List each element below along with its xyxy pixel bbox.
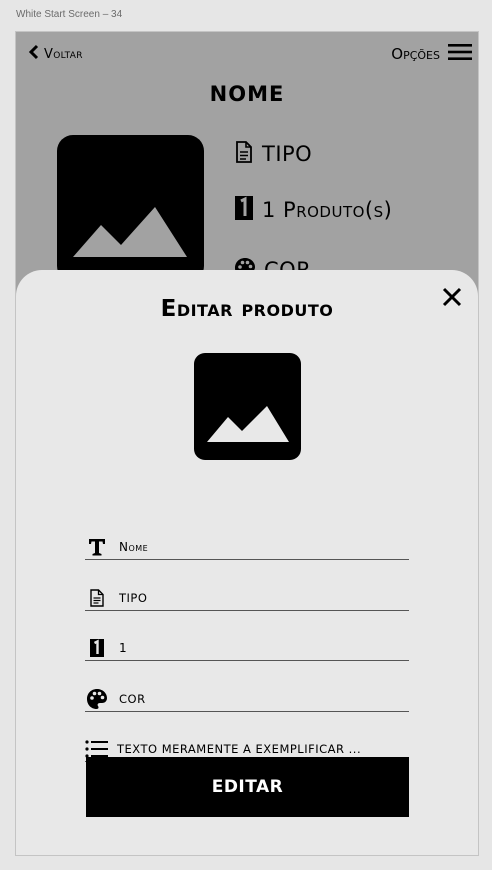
image-placeholder-icon xyxy=(57,135,204,282)
quantity-input[interactable] xyxy=(119,641,394,655)
number-one-icon xyxy=(85,637,109,659)
back-label: Voltar xyxy=(44,46,83,62)
palette-icon xyxy=(85,688,109,710)
back-button[interactable]: Voltar xyxy=(28,44,83,64)
options-menu-button[interactable]: Opções xyxy=(391,42,472,66)
type-field[interactable] xyxy=(85,586,409,611)
edit-product-sheet: Editar produto Nome tipo 1 cor texto mer… xyxy=(16,270,478,855)
top-bar: Voltar Opções xyxy=(16,32,478,76)
text-format-icon xyxy=(85,536,109,558)
close-icon[interactable] xyxy=(441,286,463,308)
color-field[interactable] xyxy=(85,687,409,712)
number-one-icon xyxy=(234,195,254,225)
product-type-row: TIPO xyxy=(234,140,312,168)
modal-title: Editar produto xyxy=(160,296,334,322)
document-icon xyxy=(85,587,109,609)
quantity-field[interactable] xyxy=(85,636,409,661)
artboard-label: White Start Screen – 34 xyxy=(16,9,123,20)
phone-frame: Voltar Opções NOME TIPO 1 Produto(s) Edi… xyxy=(15,31,479,856)
description-input[interactable] xyxy=(117,742,392,756)
document-icon xyxy=(234,140,254,168)
options-label: Opções xyxy=(391,45,440,63)
name-field[interactable] xyxy=(85,535,409,560)
name-input[interactable] xyxy=(119,540,394,554)
product-count-row: 1 Produto(s) xyxy=(234,195,392,225)
product-title: NOME xyxy=(209,82,285,106)
hamburger-icon xyxy=(448,42,472,66)
chevron-left-icon xyxy=(28,44,40,64)
color-input[interactable] xyxy=(119,692,394,706)
type-input[interactable] xyxy=(119,591,394,605)
image-placeholder-icon[interactable] xyxy=(194,353,301,460)
product-count-text: 1 Produto(s) xyxy=(262,198,393,222)
product-type-text: TIPO xyxy=(262,142,313,166)
edit-submit-button[interactable]: EDITAR xyxy=(86,757,409,817)
